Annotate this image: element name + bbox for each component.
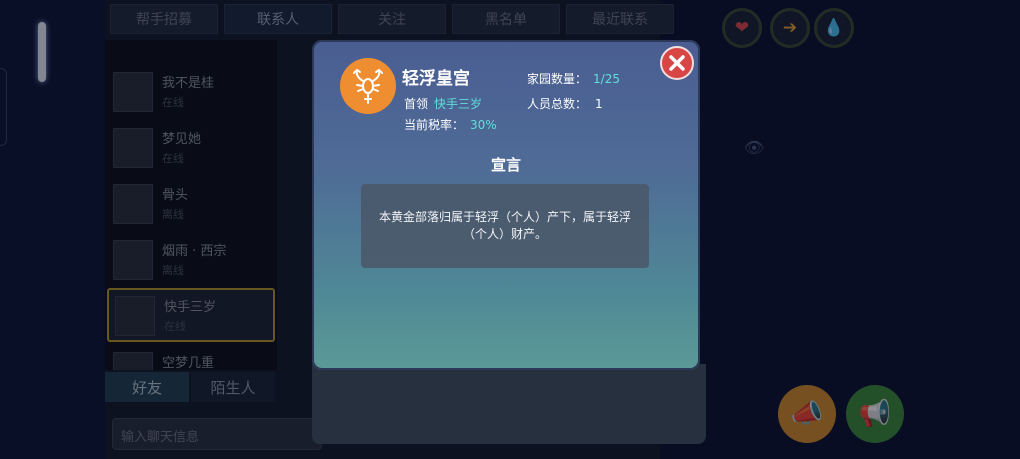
homes-label: 家园数量：	[527, 72, 588, 86]
declaration-title: 宣言	[490, 156, 521, 174]
members-row: 人员总数： 1	[527, 95, 603, 112]
close-button[interactable]	[660, 46, 694, 80]
tax-row: 当前税率： 30%	[404, 116, 497, 133]
declaration-text: 本黄金部落归属于轻浮（个人）产下，属于轻浮（个人）财产。	[378, 210, 631, 241]
guild-name: 轻浮皇宫	[402, 69, 470, 89]
scorpion-icon	[340, 58, 396, 114]
declaration-box: 本黄金部落归属于轻浮（个人）产下，属于轻浮（个人）财产。	[361, 184, 649, 268]
guild-info-dialog: 轻浮皇宫 首领 快手三岁 当前税率： 30% 家园数量： 1/25 人员总数： 1 宣言…	[312, 40, 700, 370]
leader-value[interactable]: 快手三岁	[434, 97, 482, 111]
members-label: 人员总数：	[527, 97, 588, 111]
members-value: 1	[595, 97, 603, 111]
tax-label: 当前税率：	[404, 118, 465, 132]
leader-label: 首领	[404, 97, 429, 111]
homes-value: 1/25	[593, 72, 620, 86]
close-icon	[669, 55, 685, 71]
tax-value: 30%	[470, 118, 497, 132]
homes-row: 家园数量： 1/25	[527, 70, 620, 87]
leader-row: 首领 快手三岁	[404, 95, 482, 112]
dialog-shadow	[312, 364, 706, 444]
